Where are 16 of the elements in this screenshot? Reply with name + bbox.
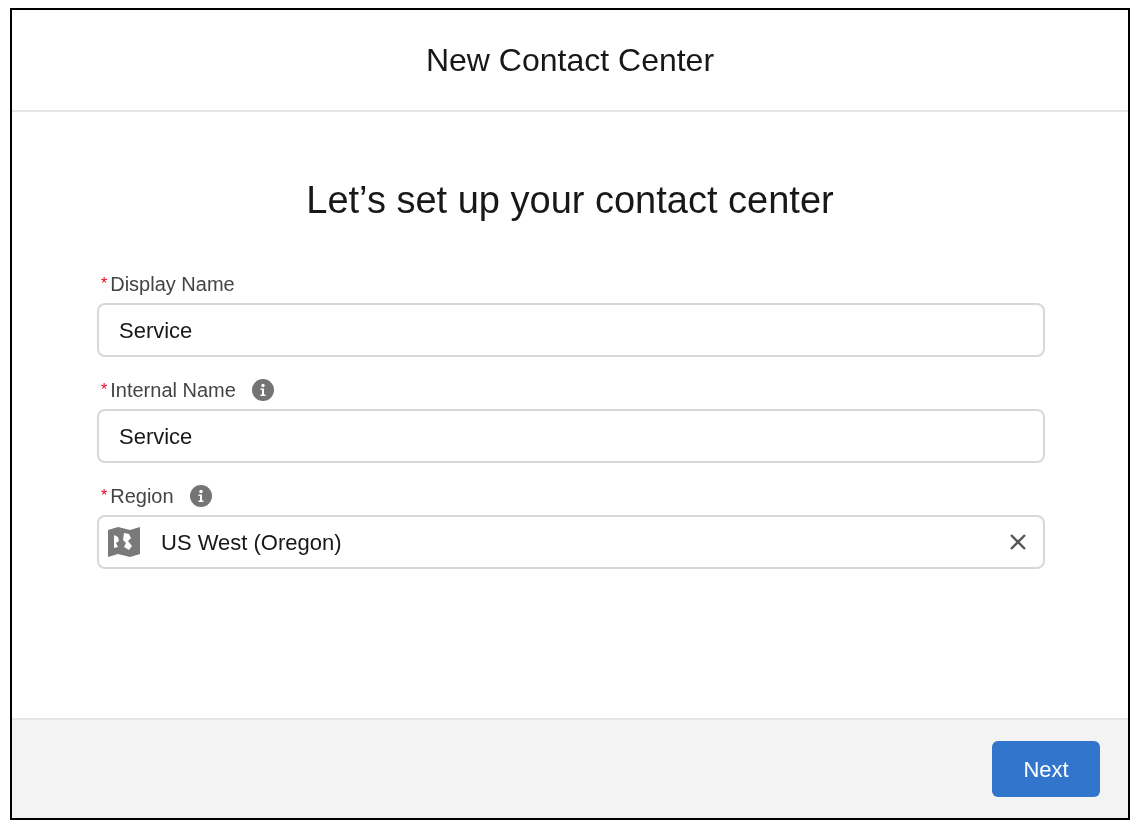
field-label: Internal Name <box>110 378 236 403</box>
input-field[interactable]: Service <box>97 409 1045 463</box>
map-icon <box>107 526 141 558</box>
required-asterisk: * <box>101 486 108 506</box>
required-asterisk: * <box>101 380 108 400</box>
modal-title: New Contact Center <box>425 41 715 80</box>
field-label: Region <box>110 484 174 509</box>
field-label: Display Name <box>110 272 235 297</box>
info-icon[interactable] <box>251 379 274 401</box>
info-icon[interactable] <box>189 485 212 507</box>
lookup-field[interactable]: US West (Oregon) <box>97 515 1045 569</box>
input-field[interactable]: Service <box>97 303 1045 357</box>
required-asterisk: * <box>101 274 108 294</box>
page-heading: Let’s set up your contact center <box>306 178 834 223</box>
clear-icon[interactable] <box>1009 533 1027 551</box>
next-button[interactable]: Next <box>992 741 1100 797</box>
